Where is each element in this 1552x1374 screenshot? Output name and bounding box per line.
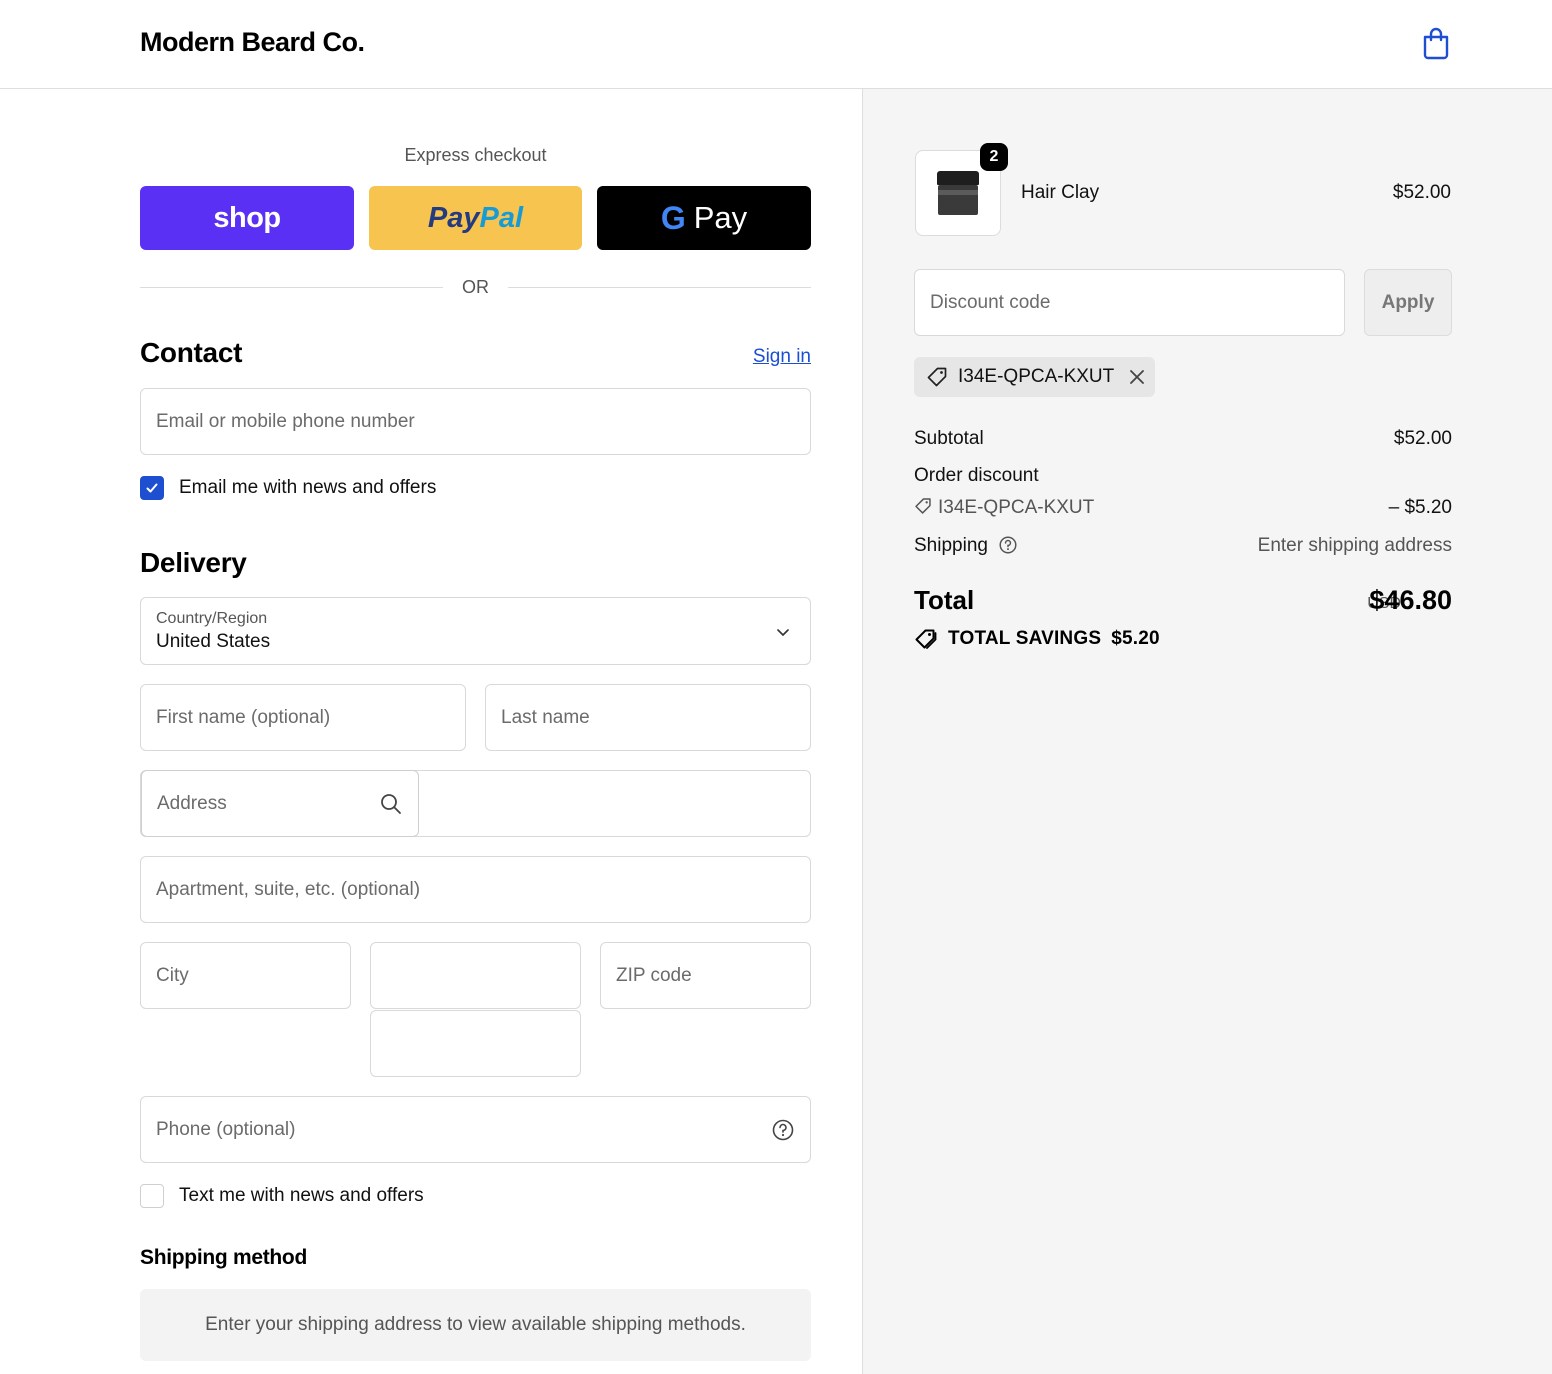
text-news-checkbox-row[interactable]: Text me with news and offers: [140, 1184, 424, 1208]
express-checkout-title: Express checkout: [404, 145, 547, 165]
state-dropdown-box[interactable]: [370, 1010, 581, 1077]
state-input[interactable]: [371, 943, 580, 1008]
subtotal-value: $52.00: [1393, 428, 1452, 449]
total-label: Total: [914, 585, 975, 615]
last-name-input[interactable]: [486, 685, 810, 750]
close-icon[interactable]: [1128, 368, 1146, 386]
order-discount-label: Order discount: [914, 465, 1039, 486]
contact-title: Contact: [140, 337, 243, 368]
city-input[interactable]: [141, 943, 350, 1008]
phone-input[interactable]: [141, 1097, 810, 1162]
text-news-label: Text me with news and offers: [179, 1185, 424, 1206]
search-icon[interactable]: [380, 793, 402, 815]
sign-in-link[interactable]: Sign in: [753, 346, 811, 368]
tag-icon: [915, 629, 937, 649]
check-icon: [146, 483, 158, 493]
phone-field[interactable]: [140, 1096, 811, 1163]
delivery-title: Delivery: [140, 547, 247, 578]
apartment-field[interactable]: [140, 856, 811, 923]
quantity-badge: 2: [980, 143, 1008, 171]
address-field[interactable]: [141, 770, 419, 837]
country-select[interactable]: Country/Region United States: [140, 597, 811, 665]
email-news-checkbox-row[interactable]: Email me with news and offers: [140, 476, 436, 500]
subtotal-row: Subtotal $52.00: [914, 428, 1452, 450]
total-savings: TOTAL SAVINGS $5.20: [914, 628, 1160, 650]
discount-value: – $5.20: [1388, 497, 1452, 518]
email-news-label: Email me with news and offers: [179, 477, 437, 498]
paypal-button[interactable]: Pay Pal: [369, 186, 582, 250]
tag-icon: [915, 498, 931, 514]
discount-code-row: I34E-QPCA-KXUT – $5.20: [914, 497, 1452, 519]
google-g-icon: G: [660, 199, 686, 236]
discount-code-label: I34E-QPCA-KXUT: [938, 497, 1095, 518]
applied-discount-chip: I34E-QPCA-KXUT: [914, 357, 1155, 397]
zip-field[interactable]: [600, 942, 811, 1009]
shipping-value: Enter shipping address: [1257, 535, 1452, 556]
applied-discount-code: I34E-QPCA-KXUT: [958, 366, 1115, 387]
subtotal-label: Subtotal: [914, 428, 984, 449]
city-field[interactable]: [140, 942, 351, 1009]
product-image: [937, 171, 979, 215]
apartment-input[interactable]: [141, 857, 810, 922]
shipping-row: Shipping Enter shipping address: [914, 535, 1452, 557]
shipping-method-title: Shipping method: [140, 1246, 307, 1269]
question-circle-icon[interactable]: [772, 1119, 794, 1141]
order-discount-row: Order discount: [914, 465, 1452, 487]
discount-code-input[interactable]: [915, 270, 1344, 335]
shipping-label: Shipping: [914, 535, 988, 556]
email-input[interactable]: [141, 389, 810, 454]
text-news-checkbox[interactable]: [140, 1184, 164, 1208]
country-label: Country/Region: [156, 610, 268, 627]
email-field[interactable]: [140, 388, 811, 455]
product-price: $52.00: [1392, 182, 1451, 203]
total-value: $46.80: [1369, 585, 1452, 615]
brand-logo[interactable]: Modern Beard Co.: [140, 27, 365, 58]
shop-pay-label: shop: [213, 201, 281, 234]
google-pay-label: Pay: [693, 200, 748, 235]
zip-input[interactable]: [601, 943, 810, 1008]
address-input[interactable]: [142, 771, 418, 836]
first-name-input[interactable]: [141, 685, 465, 750]
email-news-checkbox[interactable]: [140, 476, 164, 500]
shop-pay-button[interactable]: shop: [140, 186, 354, 250]
last-name-field[interactable]: [485, 684, 811, 751]
google-pay-button[interactable]: G Pay: [597, 186, 811, 250]
state-select[interactable]: [370, 942, 581, 1009]
header: Modern Beard Co.: [0, 0, 1552, 89]
or-divider: OR: [140, 276, 811, 300]
question-circle-icon[interactable]: [999, 536, 1017, 554]
country-value: United States: [156, 631, 271, 652]
paypal-label-part2: Pal: [479, 201, 524, 234]
chevron-down-icon: [777, 629, 789, 636]
apply-discount-button[interactable]: Apply: [1364, 269, 1452, 336]
checkout-form: Express checkout shop Pay Pal G Pay OR Co…: [0, 89, 862, 1374]
shopping-bag-icon[interactable]: [1420, 26, 1452, 60]
first-name-field[interactable]: [140, 684, 466, 751]
total-savings-value: $5.20: [1111, 628, 1160, 649]
product-name: Hair Clay: [1021, 182, 1100, 203]
tag-icon: [927, 367, 947, 387]
discount-code-field[interactable]: [914, 269, 1345, 336]
or-label: OR: [462, 277, 489, 297]
total-savings-label: TOTAL SAVINGS: [948, 628, 1102, 649]
shipping-method-info: Enter your shipping address to view avai…: [140, 1289, 811, 1361]
order-summary: 2 Hair Clay $52.00 Apply I34E-QPCA-KXUT …: [862, 89, 1552, 1374]
paypal-label-part1: Pay: [427, 201, 480, 234]
